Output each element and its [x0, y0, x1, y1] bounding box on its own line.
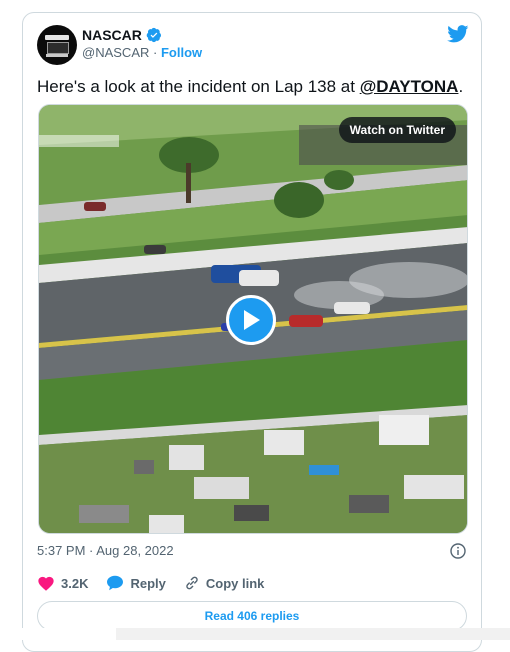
- separator-dot: ·: [153, 45, 158, 60]
- nascar-logo-icon: [45, 35, 69, 40]
- logo-badge: [47, 42, 69, 54]
- follow-link[interactable]: Follow: [161, 45, 202, 60]
- account-name-row[interactable]: NASCAR: [82, 27, 162, 43]
- copy-link-button[interactable]: Copy link: [184, 575, 265, 591]
- page-bottom-edge: [0, 628, 116, 640]
- link-icon: [186, 576, 198, 590]
- account-name[interactable]: NASCAR: [82, 27, 142, 43]
- handle-row: @NASCAR · Follow: [82, 45, 202, 60]
- avatar[interactable]: [37, 25, 77, 65]
- tweet-text-end: .: [458, 77, 464, 96]
- page-bottom-gray: [116, 628, 510, 640]
- play-icon: [244, 310, 260, 330]
- reply-button[interactable]: Reply: [106, 575, 166, 591]
- info-icon[interactable]: [450, 543, 466, 559]
- tweet-text: Here's a look at the incident on Lap 138…: [37, 76, 463, 98]
- like-button[interactable]: 3.2K: [37, 575, 88, 591]
- like-count: 3.2K: [61, 575, 89, 591]
- action-bar: 3.2K Reply Copy link: [37, 575, 282, 591]
- tweet-timestamp[interactable]: 5:37 PM · Aug 28, 2022: [37, 543, 174, 558]
- twitter-bird-icon[interactable]: [447, 25, 469, 43]
- mention-link[interactable]: @DAYTONA: [360, 77, 459, 96]
- account-handle[interactable]: @NASCAR: [82, 45, 149, 60]
- verified-badge-icon: [146, 27, 161, 43]
- video-player[interactable]: Watch on Twitter: [38, 104, 468, 534]
- play-button[interactable]: [226, 295, 276, 345]
- reply-label: Reply: [130, 575, 166, 591]
- reply-bubble-icon: [107, 575, 124, 591]
- tweet-text-body: Here's a look at the incident on Lap 138…: [37, 77, 360, 96]
- watch-on-twitter-button[interactable]: Watch on Twitter: [338, 117, 456, 143]
- read-replies-button[interactable]: Read 406 replies: [37, 601, 467, 631]
- heart-icon: [38, 576, 54, 591]
- logo-bar: [46, 54, 68, 57]
- copy-link-label: Copy link: [205, 575, 265, 591]
